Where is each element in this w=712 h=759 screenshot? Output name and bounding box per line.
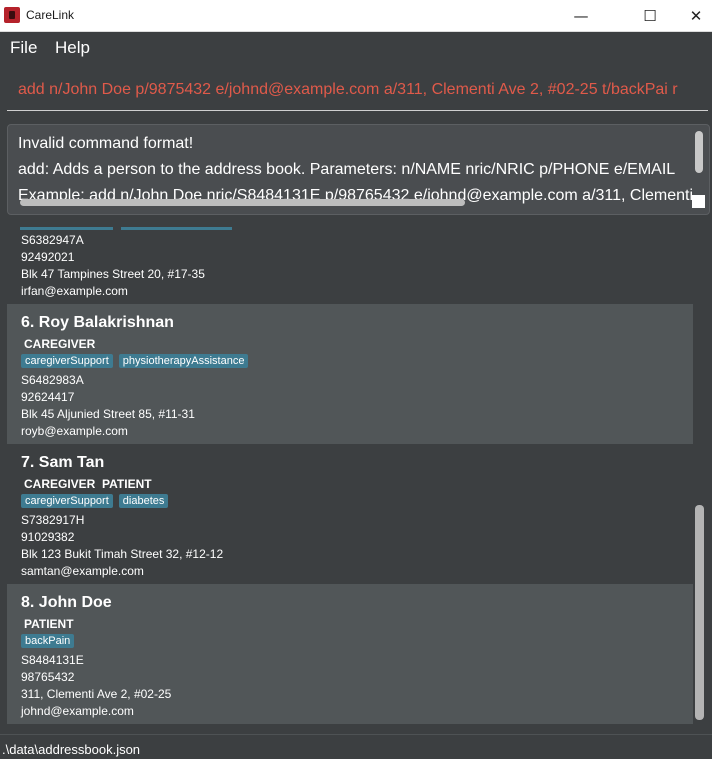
menu-bar: File Help — [0, 32, 712, 65]
person-nric: S6482983A — [21, 373, 84, 387]
menu-file[interactable]: File — [10, 38, 37, 58]
person-nric: S8484131E — [21, 653, 84, 667]
person-address: Blk 47 Tampines Street 20, #17-35 — [21, 267, 205, 281]
window-title: CareLink — [26, 8, 75, 22]
minimize-button[interactable]: — — [558, 0, 604, 31]
list-vertical-scrollbar[interactable] — [695, 505, 704, 720]
tag-label: diabetes — [118, 494, 169, 508]
tag-label: backPain — [21, 634, 75, 648]
tag-label: physiotherapyAssistance — [118, 354, 249, 368]
person-role: CAREGIVER — [24, 337, 96, 351]
person-tags: backPain — [21, 634, 75, 648]
person-role: PATIENT — [24, 617, 74, 631]
title-bar: CareLink — ☐ ✕ — [0, 0, 712, 32]
person-card[interactable]: S6382947A 92492021 Blk 47 Tampines Stree… — [7, 227, 693, 304]
tag-fragment — [20, 227, 113, 230]
person-phone: 92624417 — [21, 390, 75, 404]
person-tags: caregiverSupport diabetes — [21, 494, 169, 508]
person-email: royb@example.com — [21, 424, 128, 438]
status-bar: .\data\addressbook.json — [0, 734, 712, 759]
person-list: S6382947A 92492021 Blk 47 Tampines Stree… — [7, 227, 707, 726]
scroll-corner — [692, 195, 705, 208]
person-tags: caregiverSupport physiotherapyAssistance — [21, 354, 249, 368]
result-line: add: Adds a person to the address book. … — [18, 161, 676, 178]
tag-label: caregiverSupport — [21, 354, 113, 368]
result-line: Invalid command format! — [18, 135, 194, 152]
tag-label: caregiverSupport — [21, 494, 113, 508]
person-email: irfan@example.com — [21, 284, 128, 298]
person-card[interactable]: 8. John Doe PATIENT backPain S8484131E 9… — [7, 584, 693, 724]
person-phone: 92492021 — [21, 250, 75, 264]
person-phone: 91029382 — [21, 530, 75, 544]
person-address: Blk 45 Aljunied Street 85, #11-31 — [21, 407, 195, 421]
menu-help[interactable]: Help — [55, 38, 90, 58]
command-box[interactable]: add n/John Doe p/9875432 e/johnd@example… — [7, 72, 708, 111]
close-button[interactable]: ✕ — [673, 0, 712, 31]
save-location: .\data\addressbook.json — [2, 742, 141, 757]
person-name: 8. John Doe — [21, 594, 112, 611]
result-vertical-scrollbar[interactable] — [695, 131, 703, 173]
person-phone: 98765432 — [21, 670, 75, 684]
person-email: johnd@example.com — [21, 704, 134, 718]
person-nric: S7382917H — [21, 513, 85, 527]
person-card[interactable]: 7. Sam Tan CAREGIVER PATIENT caregiverSu… — [7, 444, 693, 584]
maximize-button[interactable]: ☐ — [627, 0, 673, 31]
result-display: Invalid command format! add: Adds a pers… — [7, 124, 710, 215]
person-nric: S6382947A — [21, 233, 84, 247]
person-card[interactable]: 6. Roy Balakrishnan CAREGIVER caregiverS… — [7, 304, 693, 444]
person-name: 6. Roy Balakrishnan — [21, 314, 174, 331]
result-horizontal-scrollbar[interactable] — [20, 199, 465, 206]
person-name: 7. Sam Tan — [21, 454, 105, 471]
person-email: samtan@example.com — [21, 564, 144, 578]
person-address: 311, Clementi Ave 2, #02-25 — [21, 687, 172, 701]
person-address: Blk 123 Bukit Timah Street 32, #12-12 — [21, 547, 224, 561]
tag-fragment — [121, 227, 232, 230]
person-role: CAREGIVER PATIENT — [24, 477, 152, 491]
pane-divider[interactable] — [0, 219, 712, 227]
command-input[interactable]: add n/John Doe p/9875432 e/johnd@example… — [18, 81, 701, 99]
app-icon — [4, 7, 20, 23]
